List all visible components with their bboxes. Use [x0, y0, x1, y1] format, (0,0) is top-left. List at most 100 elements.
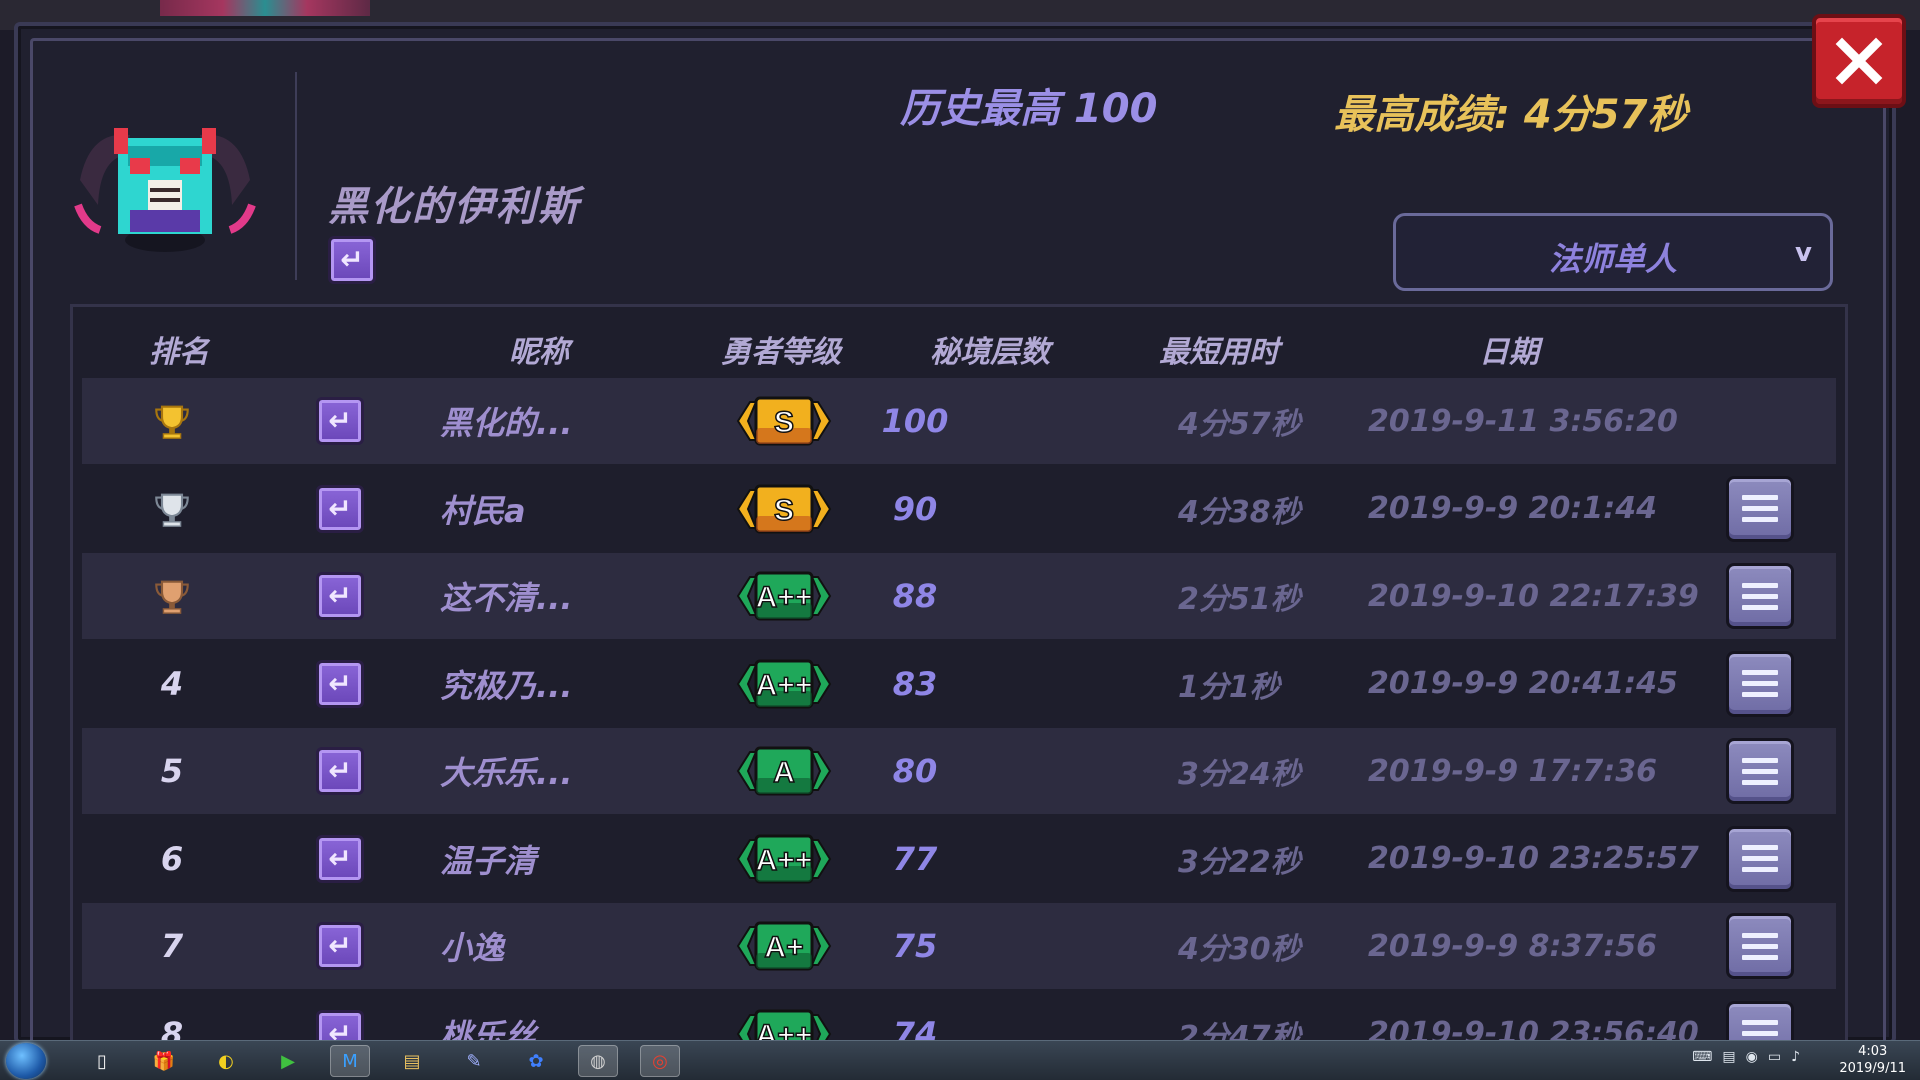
floors-value: 75	[892, 927, 938, 965]
best-time-value: 2分51秒	[1178, 582, 1301, 617]
menu-line	[1742, 932, 1778, 938]
windows-taskbar: ▯ 🎁 ◐ ▶ M ▤ ✎ ✿ ◍ ◎ ⌨ ▤ ◉ ▭ ♪ 4:03 2019/9/11	[0, 1040, 1920, 1080]
rank-cell: 6	[152, 816, 192, 902]
chevron-down-icon: v	[1795, 238, 1812, 268]
start-button[interactable]	[6, 1043, 46, 1079]
col-rank-header: 排名	[149, 335, 209, 370]
date-value: 2019-9-10 23:25:57	[1368, 841, 1699, 876]
close-button[interactable]	[1812, 14, 1906, 108]
menu-line	[1742, 768, 1778, 774]
floors-value: 88	[892, 577, 938, 615]
col-best-time-header: 最短用时	[1159, 335, 1279, 370]
grade-text: A	[773, 756, 795, 789]
class-cell: ↵	[316, 903, 364, 989]
row-menu-button[interactable]	[1726, 825, 1794, 892]
gift-icon[interactable]: 🎁	[144, 1045, 184, 1077]
date-value: 2019-9-9 20:41:45	[1368, 666, 1678, 701]
grade-badge-icon: A++	[736, 571, 832, 621]
bronze-trophy-icon	[155, 580, 189, 614]
rank-cell: 7	[152, 903, 192, 989]
player-nickname[interactable]: 村民a	[440, 466, 526, 552]
hero-level-cell: S	[734, 378, 834, 464]
clock-time: 4:03	[1858, 1044, 1888, 1059]
rank-number: 4	[160, 664, 184, 703]
col-date-header: 日期	[1479, 335, 1539, 370]
menu-line	[1742, 1020, 1778, 1025]
table-row: ↵ 这不清... A++ 88 2分51秒 2019-9-10 22:17:39	[82, 553, 1836, 639]
monitor-icon[interactable]: ▭	[1768, 1049, 1781, 1065]
menu-line	[1742, 954, 1778, 960]
table-row: 5 ↵ 大乐乐... A 80 3分24秒 2019-9-9 17:7:36	[82, 728, 1836, 814]
player-nickname[interactable]: 小逸	[440, 903, 504, 989]
row-menu-button[interactable]	[1726, 738, 1794, 804]
volume-icon[interactable]: ♪	[1791, 1049, 1800, 1065]
best-time-value: 4分57秒	[1178, 407, 1301, 442]
hero-level-cell: A	[734, 728, 834, 814]
floors-value: 77	[892, 839, 938, 878]
menu-line	[1742, 593, 1778, 599]
hero-level-cell: A++	[734, 553, 834, 639]
floors-value: 80	[892, 752, 938, 790]
feather-icon[interactable]: ✎	[454, 1045, 494, 1077]
grade-badge-icon: A+	[736, 921, 832, 971]
flower-icon[interactable]: ✿	[516, 1045, 556, 1077]
silver-trophy-icon	[155, 493, 189, 527]
rank-cell	[152, 378, 192, 464]
folder-icon[interactable]: ▤	[392, 1045, 432, 1077]
table-row: 7 ↵ 小逸 A+ 75 4分30秒 2019-9-9 8:37:56	[82, 903, 1836, 989]
player-nickname[interactable]: 究极乃...	[440, 641, 572, 727]
chat-icon[interactable]: M	[330, 1045, 370, 1077]
media-player-icon[interactable]: ▶	[268, 1045, 308, 1077]
chrome-icon[interactable]: ◎	[640, 1045, 680, 1077]
row-menu-button[interactable]	[1726, 913, 1794, 979]
browser-icon[interactable]: ◐	[206, 1045, 246, 1077]
date-value: 2019-9-9 8:37:56	[1368, 928, 1657, 964]
grade-text: A+	[764, 931, 803, 964]
taskbar-clock[interactable]: 4:03 2019/9/11	[1839, 1043, 1906, 1077]
grade-text: A++	[756, 669, 813, 702]
date-value: 2019-9-9 17:7:36	[1368, 753, 1657, 789]
player-nickname[interactable]: 大乐乐...	[440, 728, 572, 814]
file-icon[interactable]: ▯	[82, 1045, 122, 1077]
player-nickname[interactable]: 温子清	[440, 816, 536, 902]
class-cell: ↵	[316, 641, 364, 727]
mode-dropdown[interactable]: 法师单人 v	[1393, 213, 1833, 291]
avatar-app-icon[interactable]: ◍	[578, 1045, 618, 1077]
close-icon	[1835, 37, 1883, 85]
row-menu-button[interactable]	[1726, 650, 1794, 717]
menu-line	[1742, 506, 1778, 511]
grade-badge-icon: S	[736, 484, 832, 533]
table-header: 排名 昵称 勇者等级 秘境层数 最短用时 日期	[73, 327, 1845, 377]
grade-badge-icon: S	[736, 396, 832, 446]
row-menu-button[interactable]	[1726, 475, 1794, 542]
rank-cell	[152, 553, 192, 639]
class-cell: ↵	[316, 553, 364, 639]
row-menu-button[interactable]	[1726, 563, 1794, 629]
wechat-tray-icon[interactable]: ◉	[1746, 1049, 1758, 1065]
grade-text: A++	[756, 581, 813, 614]
best-time-value: 3分22秒	[1178, 844, 1301, 880]
network-icon[interactable]: ▤	[1722, 1049, 1735, 1065]
rank-number: 5	[160, 752, 184, 790]
class-cell: ↵	[316, 728, 364, 814]
table-row: ↵ 村民a S 90 4分38秒 2019-9-9 20:1:44	[82, 466, 1836, 552]
header-divider	[295, 72, 297, 280]
keyboard-icon[interactable]: ⌨	[1692, 1049, 1712, 1065]
menu-line	[1742, 867, 1778, 872]
class-cell: ↵	[316, 466, 364, 552]
menu-line	[1742, 670, 1778, 675]
mage-class-icon: ↵	[316, 659, 364, 708]
player-nickname[interactable]: 这不清...	[440, 553, 572, 639]
boss-avatar	[74, 128, 256, 252]
backdrop-character-art	[160, 0, 370, 16]
hero-level-cell: A++	[734, 641, 834, 727]
floors-value: 100	[881, 402, 949, 440]
player-nickname[interactable]: 黑化的...	[440, 378, 572, 464]
col-hero-level-header: 勇者等级	[721, 335, 841, 370]
hero-level-cell: S	[734, 466, 834, 552]
floors-value: 90	[892, 489, 938, 528]
mage-class-icon: ↵	[316, 484, 364, 533]
mage-class-icon: ↵	[316, 747, 364, 795]
mage-class-icon: ↵	[316, 572, 364, 620]
boss-name: 黑化的伊利斯	[328, 184, 580, 230]
